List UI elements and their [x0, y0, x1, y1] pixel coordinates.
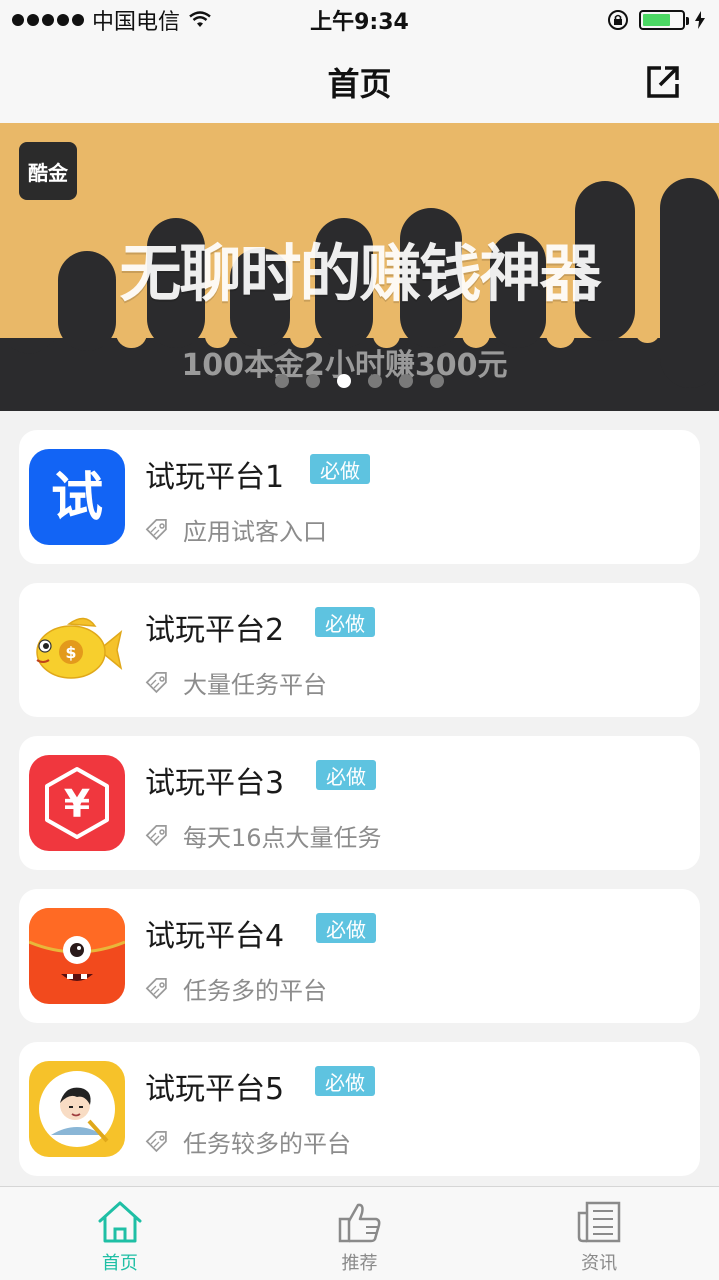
list-item[interactable]: 试玩平台4 必做 任务多的平台 [19, 889, 700, 1023]
tab-recommend[interactable]: 推荐 [240, 1187, 480, 1280]
carousel-dot[interactable] [430, 374, 444, 388]
share-icon [647, 66, 679, 98]
app-title: 试玩平台1 [145, 460, 285, 495]
app-title: 试玩平台3 [145, 766, 285, 801]
tab-home[interactable]: 首页 [0, 1187, 240, 1280]
must-do-badge: 必做 [315, 607, 375, 637]
battery-icon [639, 10, 689, 30]
carrier-label: 中国电信 [92, 10, 181, 35]
app-description: 每天16点大量任务 [145, 818, 382, 853]
app-description: 应用试客入口 [145, 512, 327, 547]
app-description: 任务多的平台 [145, 971, 327, 1006]
banner-logo: 酷金 [19, 142, 77, 200]
tab-label: 资讯 [581, 1253, 618, 1274]
tag-icon [145, 1130, 167, 1152]
promo-banner[interactable]: 酷金 无聊时的赚钱神器 100本金2小时赚300元 [0, 123, 719, 411]
app-description-text: 任务较多的平台 [183, 1130, 351, 1158]
status-bar: 中国电信 上午9:34 [0, 0, 719, 40]
app-description-text: 应用试客入口 [183, 518, 327, 546]
page-title: 首页 [327, 64, 392, 103]
carousel-dot[interactable] [399, 374, 413, 388]
tab-label: 首页 [101, 1253, 138, 1274]
app-description-text: 每天16点大量任务 [183, 824, 382, 852]
svg-text:$: $ [65, 643, 76, 662]
tag-icon [145, 824, 167, 846]
app-description: 大量任务平台 [145, 665, 327, 700]
app-list: 试 试玩平台1 必做 应用试客入口 $ 试玩平台2 必做 大量任务平台 ¥ 试玩… [19, 430, 700, 1195]
carousel-indicator[interactable] [0, 374, 719, 388]
banner-headline: 无聊时的赚钱神器 [119, 237, 601, 310]
list-item[interactable]: $ 试玩平台2 必做 大量任务平台 [19, 583, 700, 717]
shi-blue-icon: 试 [29, 449, 125, 545]
app-description: 任务较多的平台 [145, 1124, 351, 1159]
app-description-text: 大量任务平台 [183, 671, 327, 699]
share-button[interactable] [643, 62, 683, 102]
charging-bolt-icon [695, 11, 705, 29]
gold-fish-icon: $ [29, 602, 125, 698]
home-icon [98, 1201, 142, 1243]
thumbs-up-icon [338, 1203, 380, 1243]
must-do-badge: 必做 [315, 1066, 375, 1096]
must-do-badge: 必做 [310, 454, 370, 484]
tab-label: 推荐 [341, 1253, 378, 1274]
app-description-text: 任务多的平台 [183, 977, 327, 1005]
carousel-dot[interactable] [306, 374, 320, 388]
yuan-hexagon-icon: ¥ [29, 755, 125, 851]
app-title: 试玩平台2 [145, 613, 285, 648]
svg-text:¥: ¥ [64, 782, 90, 826]
red-envelope-monster-icon [29, 908, 125, 1004]
list-item[interactable]: 试 试玩平台1 必做 应用试客入口 [19, 430, 700, 564]
tab-news[interactable]: 资讯 [479, 1187, 719, 1280]
list-item[interactable]: ¥ 试玩平台3 必做 每天16点大量任务 [19, 736, 700, 870]
app-title: 试玩平台4 [145, 919, 285, 954]
svg-text:试: 试 [51, 468, 103, 528]
tag-icon [145, 671, 167, 693]
signal-strength-icon [12, 14, 84, 26]
carousel-dot-active[interactable] [337, 374, 351, 388]
carousel-dot[interactable] [368, 374, 382, 388]
carousel-dot[interactable] [275, 374, 289, 388]
tag-icon [145, 518, 167, 540]
tab-bar: 首页 推荐 资讯 [0, 1186, 719, 1280]
list-item[interactable]: 试玩平台5 必做 任务较多的平台 [19, 1042, 700, 1176]
orientation-lock-icon [608, 10, 628, 30]
tag-icon [145, 977, 167, 999]
must-do-badge: 必做 [316, 913, 376, 943]
must-do-badge: 必做 [316, 760, 376, 790]
navigation-bar: 首页 [0, 40, 719, 123]
app-title: 试玩平台5 [145, 1072, 285, 1107]
news-icon [577, 1201, 621, 1243]
cartoon-boy-icon [29, 1061, 125, 1157]
wifi-icon [189, 11, 211, 27]
